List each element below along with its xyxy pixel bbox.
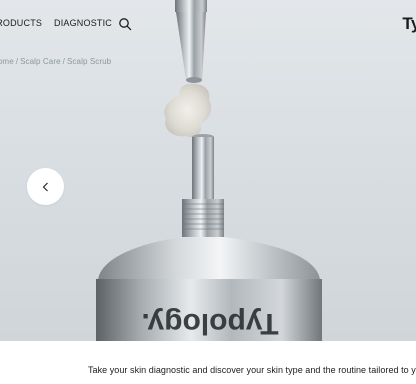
tube-brand-print: Typology. — [141, 307, 278, 340]
breadcrumb-separator: / — [62, 57, 65, 66]
product-tube-photo: Typology. — [96, 0, 322, 341]
brand-logo[interactable]: Ty — [402, 14, 416, 34]
breadcrumb-current-page: Scalp Scrub — [66, 57, 112, 66]
breadcrumb: Home/Scalp Care/Scalp Scrub — [0, 57, 111, 66]
breadcrumb-separator: / — [15, 57, 19, 66]
hero-image: Typology. — [0, 0, 416, 341]
search-icon[interactable] — [118, 17, 132, 31]
carousel-prev-button[interactable] — [27, 168, 64, 205]
nav-products-link[interactable]: PRODUCTS — [0, 18, 42, 28]
top-navigation: PRODUCTS DIAGNOSTIC Ty — [0, 14, 416, 34]
breadcrumb-scalp-care[interactable]: Scalp Care — [20, 57, 61, 66]
diagnostic-promo-text: Take your skin diagnostic and discover y… — [88, 365, 416, 375]
chevron-left-icon — [42, 182, 48, 191]
breadcrumb-home[interactable]: Home — [0, 57, 14, 66]
nav-diagnostic-link[interactable]: DIAGNOSTIC — [54, 18, 112, 28]
